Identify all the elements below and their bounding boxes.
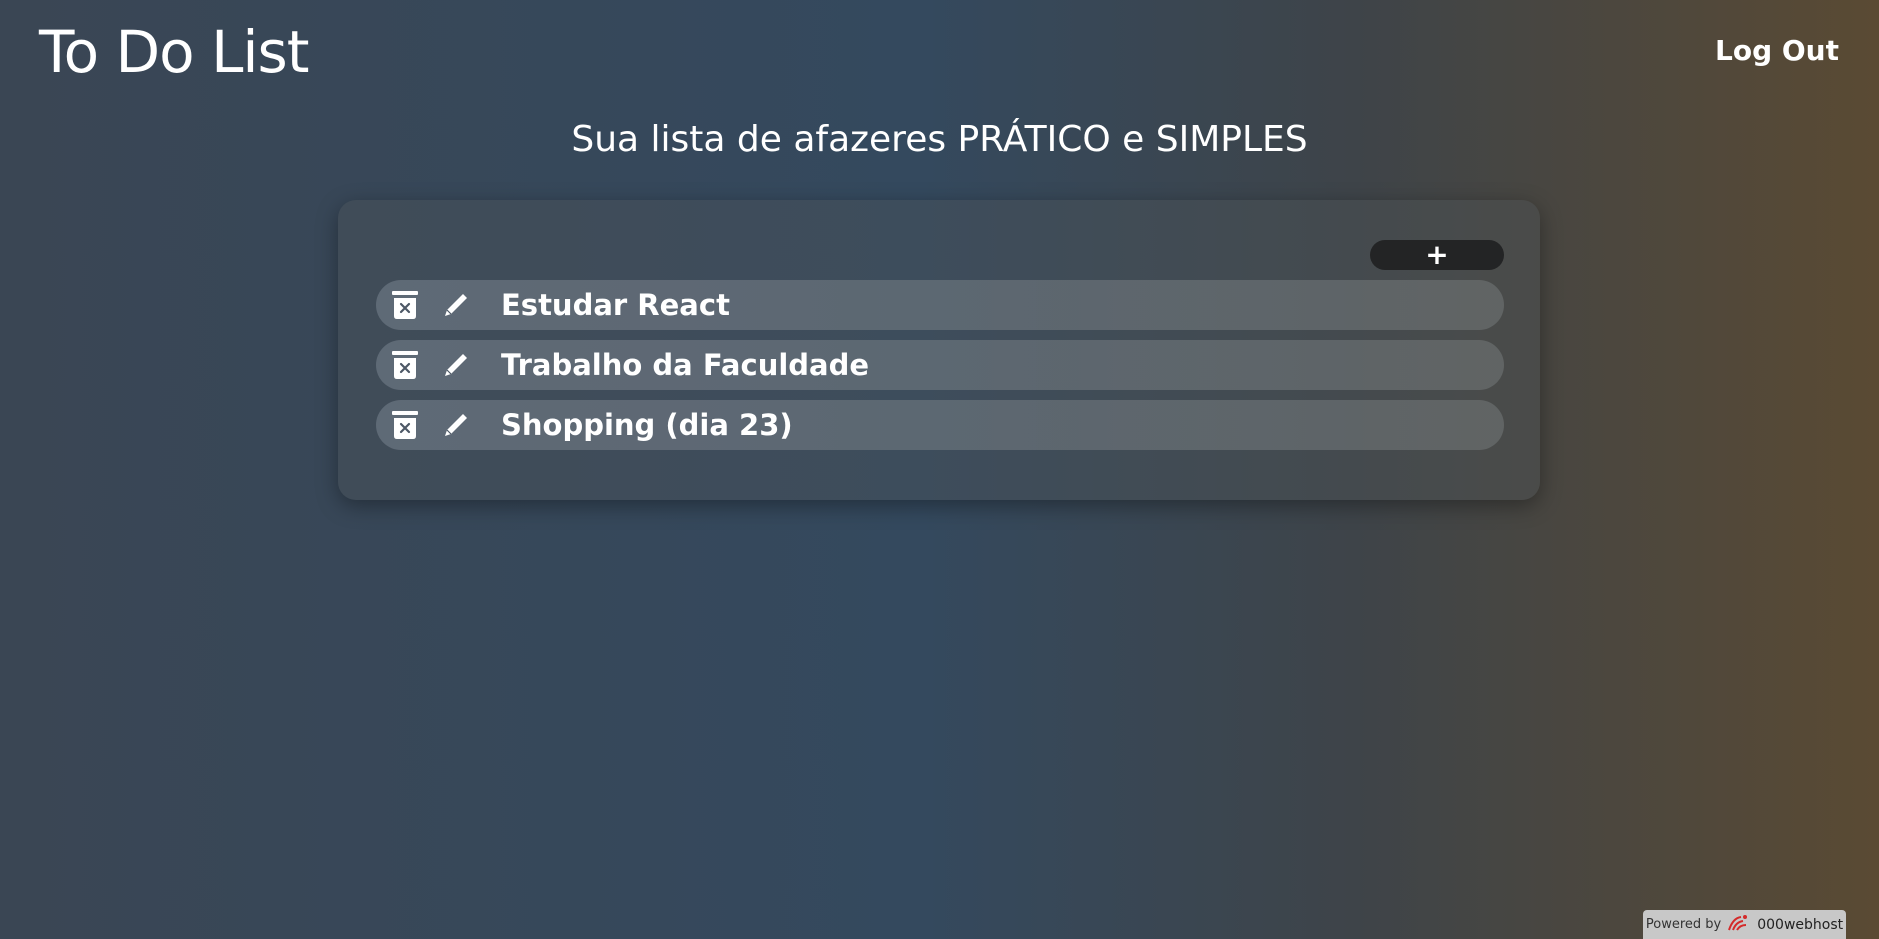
pencil-icon[interactable] (440, 408, 472, 442)
pencil-icon[interactable] (440, 288, 472, 322)
000webhost-logo-icon (1727, 914, 1751, 936)
app-title: To Do List (39, 18, 309, 86)
powered-by-label: Powered by (1645, 917, 1722, 932)
todo-text: Trabalho da Faculdade (501, 348, 870, 382)
logout-link[interactable]: Log Out (1715, 31, 1839, 71)
todo-list: Estudar React Trabalho da Faculdade Shop… (376, 280, 1504, 460)
todo-item: Estudar React (376, 280, 1504, 330)
trash-icon[interactable] (389, 288, 421, 322)
brand-name: 000webhost (1757, 916, 1844, 933)
todo-panel: + Estudar React Trabalho da Faculdade Sh… (338, 200, 1540, 500)
todo-item: Trabalho da Faculdade (376, 340, 1504, 390)
page-subtitle: Sua lista de afazeres PRÁTICO e SIMPLES (571, 119, 1308, 160)
todo-text: Shopping (dia 23) (501, 408, 793, 442)
trash-icon[interactable] (389, 408, 421, 442)
add-todo-button[interactable]: + (1370, 240, 1504, 270)
todo-item: Shopping (dia 23) (376, 400, 1504, 450)
trash-icon[interactable] (389, 348, 421, 382)
pencil-icon[interactable] (440, 348, 472, 382)
powered-by-badge[interactable]: Powered by 000webhost (1643, 910, 1846, 939)
todo-text: Estudar React (501, 288, 730, 322)
